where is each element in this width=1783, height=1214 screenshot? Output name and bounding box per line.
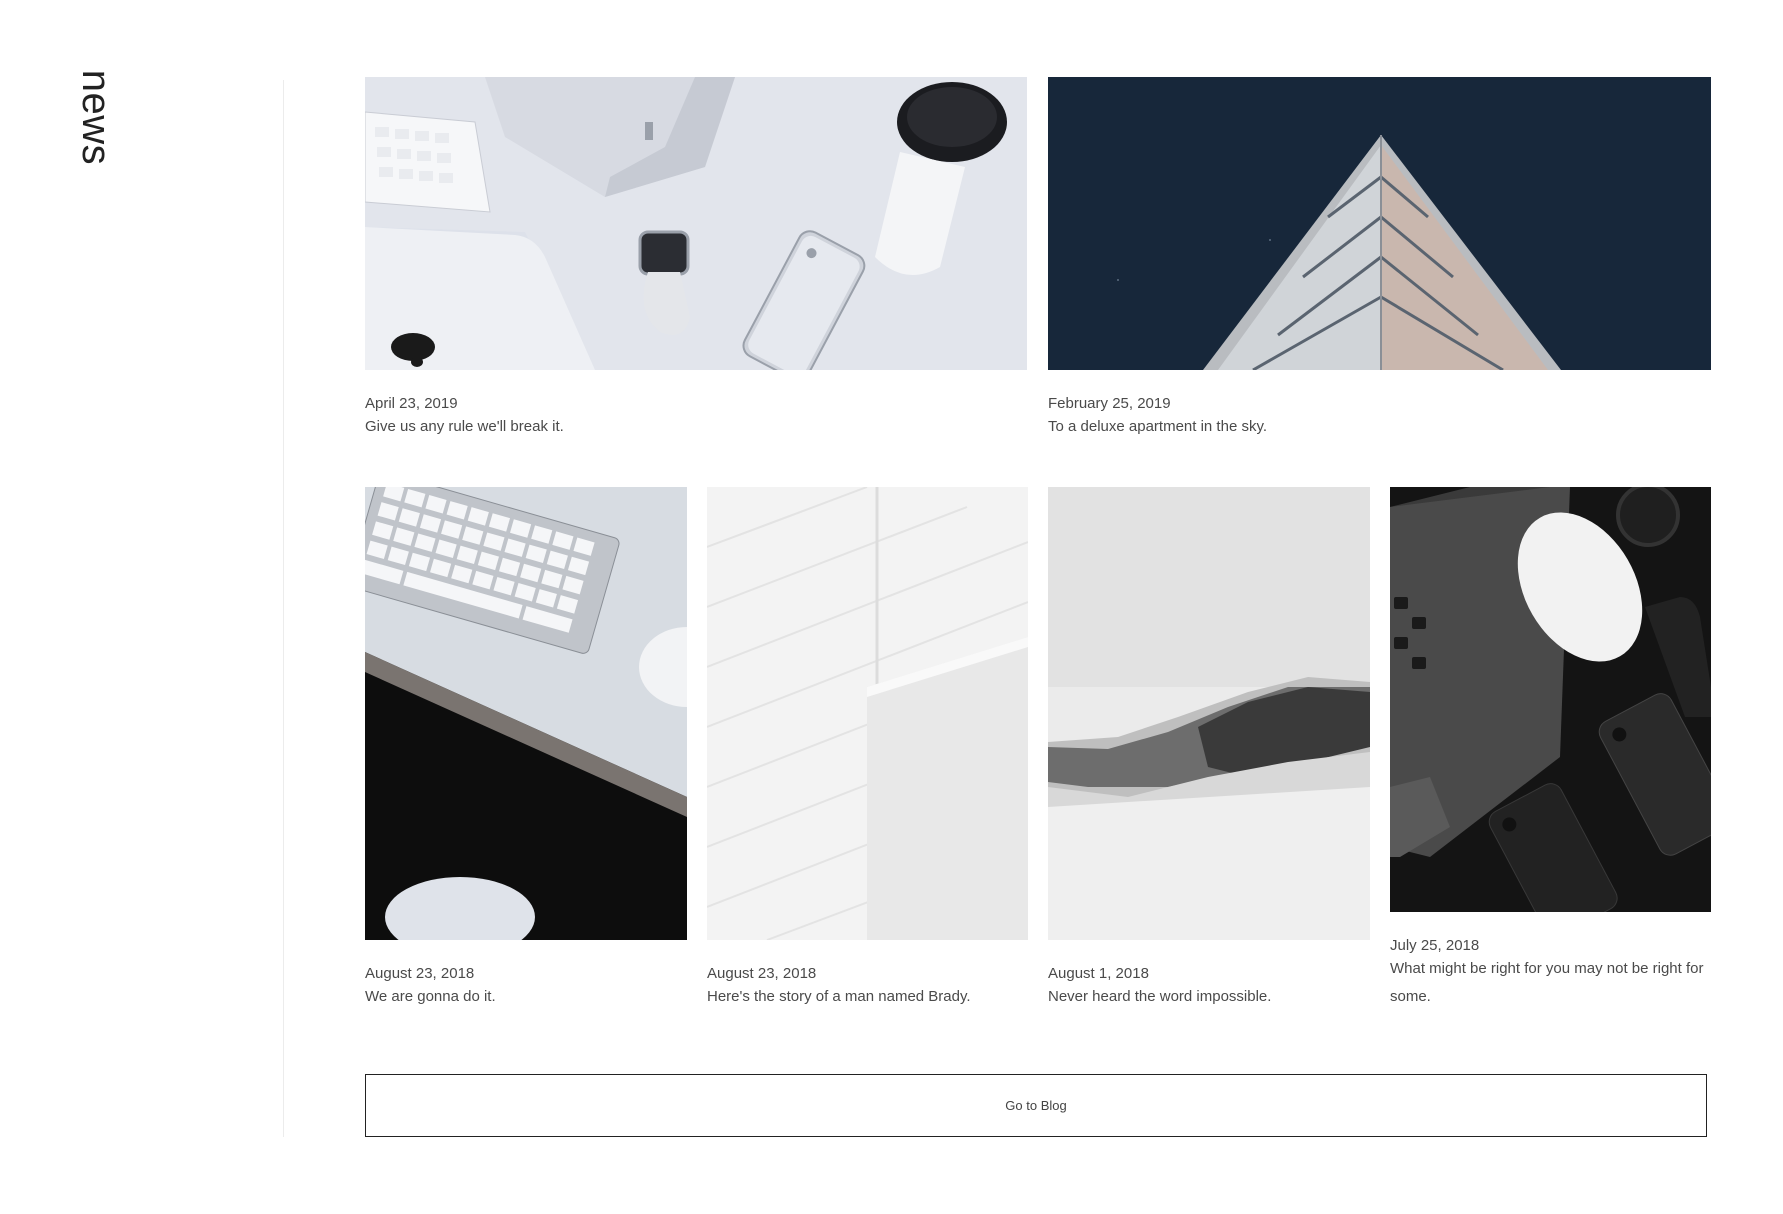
post-title-link[interactable]: What might be right for you may not be r…	[1390, 955, 1711, 1011]
post-title-link[interactable]: Give us any rule we'll break it.	[365, 413, 1027, 441]
section-title-text: news	[74, 69, 119, 165]
section-title: news	[66, 69, 126, 165]
post-title-link[interactable]: We are gonna do it.	[365, 983, 687, 1011]
news-section: news April 23, 2019 Give us any rule we'…	[0, 0, 1783, 1214]
post-card[interactable]: February 25, 2019 To a deluxe apartment …	[1048, 77, 1711, 447]
post-thumbnail[interactable]	[365, 487, 687, 940]
post-card[interactable]: July 25, 2018 What might be right for yo…	[1390, 487, 1711, 1017]
post-date: July 25, 2018	[1390, 937, 1480, 954]
post-thumbnail[interactable]	[1390, 487, 1711, 912]
post-thumbnail[interactable]	[365, 77, 1027, 370]
post-card[interactable]: April 23, 2019 Give us any rule we'll br…	[365, 77, 1027, 447]
post-card[interactable]: August 1, 2018 Never heard the word impo…	[1048, 487, 1370, 1017]
post-date: August 23, 2018	[707, 965, 817, 982]
vertical-divider	[283, 80, 284, 1137]
post-card[interactable]: August 23, 2018 We are gonna do it.	[365, 487, 687, 1017]
post-title-link[interactable]: Here's the story of a man named Brady.	[707, 983, 1028, 1011]
post-date: February 25, 2019	[1048, 395, 1171, 412]
post-thumbnail[interactable]	[1048, 77, 1711, 370]
post-thumbnail[interactable]	[1048, 487, 1370, 940]
post-date: April 23, 2019	[365, 395, 458, 412]
go-to-blog-label: Go to Blog	[1005, 1098, 1067, 1113]
post-title-link[interactable]: Never heard the word impossible.	[1048, 983, 1370, 1011]
post-thumbnail[interactable]	[707, 487, 1028, 940]
post-card[interactable]: August 23, 2018 Here's the story of a ma…	[707, 487, 1028, 1017]
post-date: August 23, 2018	[365, 965, 475, 982]
go-to-blog-button[interactable]: Go to Blog	[365, 1074, 1707, 1137]
post-title-link[interactable]: To a deluxe apartment in the sky.	[1048, 413, 1711, 441]
post-date: August 1, 2018	[1048, 965, 1149, 982]
